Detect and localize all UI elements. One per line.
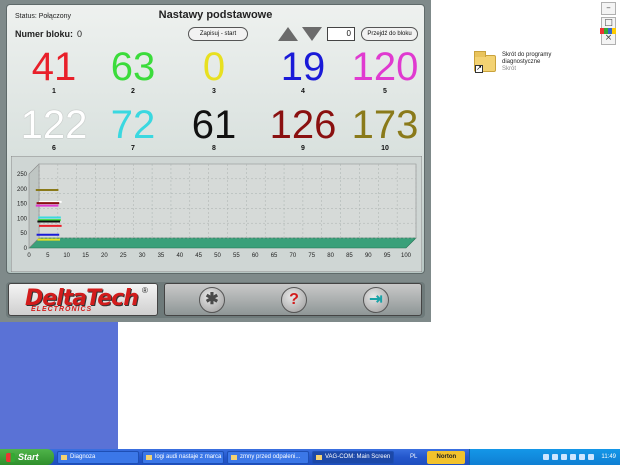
field-index-5: 5 [383,88,387,95]
x-tick-label: 35 [158,253,165,259]
x-tick-label: 100 [401,253,412,259]
field-value-1: 41 [31,45,77,89]
x-tick-label: 95 [384,253,391,259]
y-tick-label: 200 [17,187,28,193]
field-value-2: 63 [110,45,156,89]
x-tick-label: 45 [195,253,202,259]
block-down-arrow-icon[interactable] [302,27,322,41]
norton-button[interactable]: Norton [427,450,466,464]
exit-icon[interactable]: ⇥ [363,287,389,313]
x-tick-label: 25 [120,253,127,259]
help-icon[interactable]: ? [281,287,307,313]
y-tick-label: 250 [17,172,28,178]
x-tick-label: 20 [101,253,108,259]
field-index-6: 6 [52,145,56,152]
window-controls: – □ × [601,2,616,45]
field-index-4: 4 [301,88,305,95]
taskbar-item-zmny[interactable]: zmny przed odpaleni... [227,450,309,464]
x-tick-label: 40 [176,253,183,259]
field-value-9: 126 [269,103,337,147]
tools-icon[interactable]: ✱ [199,287,225,313]
x-tick-label: 85 [346,253,353,259]
taskbar-item-vagcom[interactable]: VAG-COM: Main Screen [312,450,394,464]
windows-logo-icon [600,28,616,34]
field-value-4: 19 [280,45,326,89]
bottom-toolbar: DeltaTech ® ELECTRONICS ✱ ? ⇥ [6,282,425,318]
field-value-6: 122 [20,103,88,147]
start-label: Start [18,452,39,462]
block-number-input[interactable]: 0 [327,27,355,41]
deltatech-app-window: Status: Połączony Nastawy podstawowe Num… [0,0,431,322]
x-tick-label: 55 [233,253,240,259]
desktop-background [0,322,118,449]
system-tray: 11:49 [469,449,620,465]
tray-icon[interactable] [579,454,586,460]
page-title: Nastawy podstawowe [158,9,273,21]
tray-icon[interactable] [570,454,577,460]
field-index-8: 8 [212,145,216,152]
taskbar-item-diagnoza[interactable]: Diagnoza [57,450,139,464]
field-value-8: 61 [191,103,237,147]
shortcut-type: Skrót [502,66,517,72]
field-value-10: 173 [351,103,419,147]
x-tick-label: 30 [139,253,146,259]
field-index-1: 1 [52,88,56,95]
x-tick-label: 10 [63,253,70,259]
action-button-group: ✱ ? ⇥ [164,283,422,316]
field-index-7: 7 [131,145,135,152]
goto-block-button[interactable]: Przejdź do bloku [361,27,418,41]
tray-icon[interactable] [588,454,595,460]
block-number-value: 0 [77,29,83,39]
taskbar: Start Diagnoza logi audi nastaje z marca… [0,449,620,465]
x-tick-label: 15 [82,253,89,259]
field-value-7: 72 [110,103,156,147]
start-button[interactable]: Start [0,449,54,465]
taskbar-item-logi[interactable]: logi audi nastaje z marca [142,450,224,464]
field-index-9: 9 [301,145,305,152]
clock: 11:49 [601,454,616,460]
tray-icon[interactable] [561,454,568,460]
x-tick-label: 90 [365,253,372,259]
y-tick-label: 50 [20,231,27,237]
chart-floor [28,237,417,249]
shortcut-label: Skrót do programy diagnostyczne Skrót [502,52,572,73]
save-start-button[interactable]: Zapisuj - start [188,27,248,41]
measurement-chart: 0 5 10 15 20 25 30 35 40 45 50 55 60 65 70 75 80 85 90 95 10… [11,156,422,272]
x-tick-label: 60 [252,253,259,259]
x-tick-label: 65 [271,253,278,259]
block-up-arrow-icon[interactable] [278,27,298,41]
logo-sub-text: ELECTRONICS [31,306,93,313]
minimize-button[interactable]: – [601,2,616,15]
main-panel: Status: Połączony Nastawy podstawowe Num… [6,4,425,274]
field-index-10: 10 [381,145,389,152]
x-tick-label: 70 [290,253,297,259]
field-index-3: 3 [212,88,216,95]
tray-icon[interactable] [552,454,559,460]
field-value-3: 0 [202,45,226,89]
shortcut-arrow-icon: ↗ [475,65,483,73]
field-index-2: 2 [131,88,135,95]
deltatech-logo: DeltaTech ® ELECTRONICS [8,283,158,316]
y-tick-label: 100 [17,216,28,222]
field-value-5: 120 [351,45,419,89]
tray-icon[interactable] [543,454,550,460]
language-indicator[interactable]: PL [410,454,417,460]
shortcut-title: Skrót do programy diagnostyczne [502,52,552,65]
y-tick-label: 150 [17,202,28,208]
x-tick-label: 50 [214,253,221,259]
x-tick-label: 75 [308,253,315,259]
logo-registered-mark: ® [142,286,148,295]
windows-flag-icon [6,452,15,462]
block-number-label: Numer bloku: [15,29,74,39]
x-tick-label: 80 [327,253,334,259]
